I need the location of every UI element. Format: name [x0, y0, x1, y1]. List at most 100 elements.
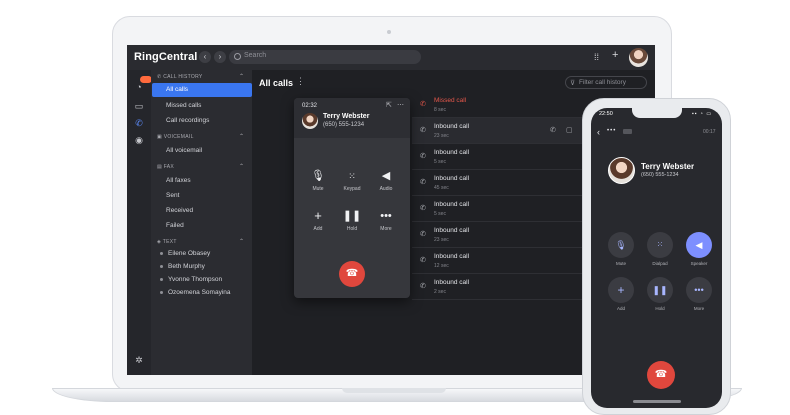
- inbound-call-icon: ✆: [420, 153, 426, 160]
- keypad-icon: ⁙: [647, 232, 673, 258]
- hold-button[interactable]: ❚❚ Hold: [337, 209, 367, 232]
- hold-button[interactable]: ❚❚ Hold: [644, 277, 676, 311]
- sidebar-item-text-contact[interactable]: Yvonne Thompson: [160, 276, 222, 283]
- sidebar-item-sent[interactable]: Sent: [166, 192, 179, 199]
- inbound-call-icon: ✆: [420, 127, 426, 134]
- end-call-icon: ☎︎: [345, 268, 359, 279]
- back-button[interactable]: ‹: [199, 51, 211, 63]
- status-icons: ▪▪ ◔ ▭: [692, 111, 713, 117]
- add-button[interactable]: + Add: [303, 208, 333, 233]
- laptop-hinge-notch: [342, 388, 446, 393]
- mute-button[interactable]: 🎙︎ Mute: [605, 232, 637, 266]
- call-duration: 2 sec: [434, 289, 446, 295]
- call-duration: 12 sec: [434, 263, 449, 269]
- more-dots-icon: •••: [380, 210, 392, 222]
- sidebar-item-all-voicemail[interactable]: All voicemail: [166, 147, 202, 154]
- add-button[interactable]: + Add: [605, 277, 637, 311]
- section-call-history[interactable]: ✆ CALL HISTORY: [157, 74, 203, 80]
- icon-rail: ◔ ▭ ✆ ◉ ✲: [127, 70, 152, 375]
- sidebar-item-missed-calls[interactable]: Missed calls: [166, 102, 201, 109]
- end-call-icon: ☎︎: [654, 369, 668, 380]
- mute-button[interactable]: 🎙︎ Mute: [303, 169, 333, 192]
- chevron-up-icon[interactable]: ⌃: [239, 238, 244, 245]
- sidebar-item-text-contact[interactable]: Beth Murphy: [160, 263, 205, 270]
- more-icon[interactable]: ⋯: [397, 101, 404, 109]
- call-type: Inbound call: [434, 201, 470, 208]
- call-type: Inbound call: [434, 175, 470, 182]
- phone-icon[interactable]: ✆: [134, 118, 144, 128]
- message-icon[interactable]: ▢: [566, 126, 573, 134]
- status-time: 22:50: [599, 111, 613, 117]
- call-type: Missed call: [434, 97, 467, 104]
- more-options-icon[interactable]: ⋮: [296, 76, 305, 87]
- call-duration: 23 sec: [434, 133, 449, 139]
- more-icon[interactable]: •••: [607, 128, 616, 134]
- call-duration: 45 sec: [434, 185, 449, 191]
- speaker-icon: ◀︎: [381, 170, 391, 182]
- user-avatar[interactable]: [629, 48, 648, 67]
- mobile-call-screen: 22:50 ▪▪ ◔ ▭ ‹ ••• 00:17 Terry Webster (…: [591, 108, 722, 408]
- microphone-icon: 🎙︎: [608, 232, 634, 258]
- dialpad-icon[interactable]: ⁞⁞: [594, 52, 599, 62]
- keypad-button[interactable]: ⁙ Keypad: [337, 169, 367, 192]
- more-dots-icon: •••: [686, 277, 712, 303]
- inbound-call-icon: ✆: [420, 231, 426, 238]
- sidebar-item-text-contact[interactable]: Eilene Obasey: [160, 250, 210, 257]
- settings-gear-icon[interactable]: ✲: [134, 355, 144, 365]
- pause-icon: ❚❚: [647, 277, 673, 303]
- contacts-icon[interactable]: ◉: [134, 135, 144, 145]
- filter-placeholder: Filter call history: [579, 79, 626, 86]
- inbound-call-icon: ✆: [420, 205, 426, 212]
- chevron-up-icon[interactable]: ⌃: [239, 163, 244, 170]
- audio-button[interactable]: ◀︎ Audio: [371, 169, 401, 192]
- filter-input[interactable]: ⊽ Filter call history: [565, 76, 647, 89]
- contact-avatar: [302, 113, 318, 129]
- inbound-call-icon: ✆: [420, 283, 426, 290]
- sidebar-item-call-recordings[interactable]: Call recordings: [166, 117, 209, 124]
- microphone-icon: 🎙︎: [311, 170, 325, 182]
- phone-notch: [632, 108, 682, 118]
- contact-phone: (650) 555-1234: [323, 122, 365, 128]
- search-bar[interactable]: Search: [229, 50, 421, 64]
- call-back-icon[interactable]: ✆: [550, 126, 556, 134]
- call-timer: 00:17: [703, 129, 716, 135]
- sidebar-item-received[interactable]: Received: [166, 207, 193, 214]
- chevron-up-icon[interactable]: ⌃: [239, 133, 244, 140]
- add-icon[interactable]: +: [612, 50, 618, 61]
- call-type: Inbound call: [434, 253, 470, 260]
- hang-up-button[interactable]: ☎︎: [647, 361, 675, 389]
- keypad-icon: ⁙: [348, 171, 356, 181]
- contact-phone: (650) 555-1234: [641, 172, 679, 178]
- pop-out-icon[interactable]: ⇱: [386, 101, 392, 109]
- sidebar: ✆ CALL HISTORY ⌃ All calls Missed calls …: [151, 70, 252, 375]
- back-chevron-icon[interactable]: ‹: [597, 127, 600, 137]
- video-camera-icon[interactable]: ▭: [134, 101, 144, 111]
- more-button[interactable]: ••• More: [683, 277, 715, 311]
- sidebar-item-text-contact[interactable]: Ozoemena Somayina: [160, 289, 231, 296]
- forward-button[interactable]: ›: [214, 51, 226, 63]
- call-type: Inbound call: [434, 279, 470, 286]
- sidebar-item-all-calls[interactable]: All calls: [152, 83, 252, 97]
- filter-icon: ⊽: [570, 80, 576, 87]
- section-voicemail[interactable]: ▣ VOICEMAIL: [157, 134, 194, 140]
- laptop-camera: [387, 30, 391, 34]
- hang-up-button[interactable]: ☎︎: [339, 261, 365, 287]
- plus-icon: +: [314, 208, 322, 223]
- section-text[interactable]: ◈ TEXT: [157, 239, 177, 245]
- search-placeholder: Search: [244, 52, 267, 59]
- more-button[interactable]: ••• More: [371, 209, 401, 232]
- section-fax[interactable]: ▤ FAX: [157, 164, 174, 170]
- call-type: Inbound call: [434, 227, 470, 234]
- sidebar-item-failed[interactable]: Failed: [166, 222, 184, 229]
- dialpad-button[interactable]: ⁙ Dialpad: [644, 232, 676, 266]
- speaker-icon: ◀︎: [686, 232, 712, 258]
- pause-icon: ❚❚: [342, 210, 362, 222]
- record-icon[interactable]: [623, 129, 632, 134]
- chevron-up-icon[interactable]: ⌃: [239, 73, 244, 80]
- sidebar-item-all-faxes[interactable]: All faxes: [166, 177, 191, 184]
- speaker-button[interactable]: ◀︎ Speaker: [683, 232, 715, 266]
- contact-name: Terry Webster: [323, 113, 370, 120]
- call-type: Inbound call: [434, 123, 470, 130]
- contact-name: Terry Webster: [641, 162, 695, 171]
- chat-bubble-icon[interactable]: ◔: [134, 82, 144, 92]
